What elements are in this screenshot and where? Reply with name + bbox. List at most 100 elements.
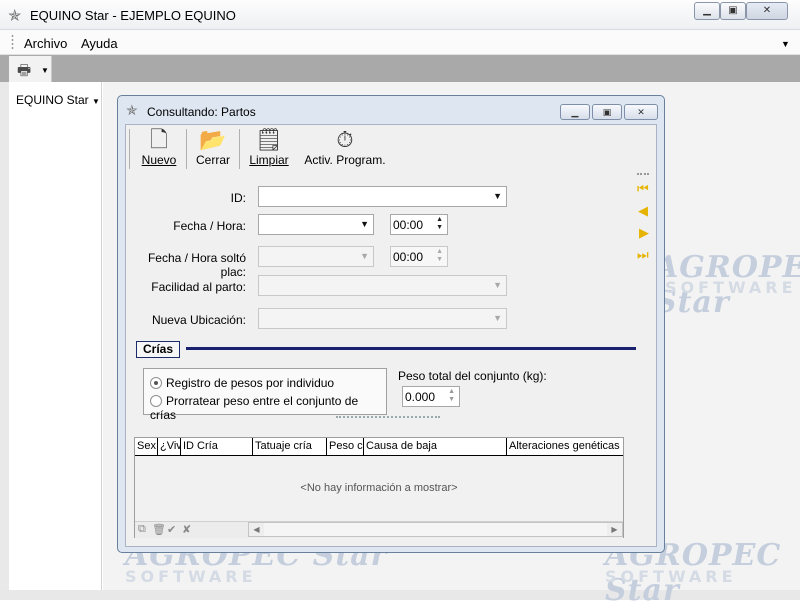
confirm-icon[interactable]: ✔ bbox=[167, 523, 176, 536]
peso-mode-group: Registro de pesos por individuo Prorrate… bbox=[143, 368, 387, 422]
grid-header: Sex ¿Viv ID Cría Tatuaje cría Peso cı Ca… bbox=[135, 438, 623, 456]
main-titlebar: ✯ EQUINO Star - EJEMPLO EQUINO ▁ ▣ ✕ bbox=[0, 0, 800, 30]
chevron-down-icon[interactable]: ▼ bbox=[41, 66, 49, 75]
fecha-label: Fecha / Hora: bbox=[173, 219, 246, 233]
spinner-arrows-icon[interactable]: ▲ ▼ bbox=[436, 216, 443, 232]
activ-program-label: Activ. Program. bbox=[304, 153, 386, 167]
star-icon: ✯ bbox=[126, 102, 138, 118]
new-document-icon: 🗋 bbox=[150, 127, 168, 152]
fecha-time-value: 00:00 bbox=[393, 218, 424, 232]
id-label: ID: bbox=[230, 191, 246, 205]
chevron-down-icon[interactable]: ▼ bbox=[781, 39, 790, 49]
child-window-partos: ✯ Consultando: Partos ▁ ▣ ✕ 🗋 Nuevo 📂 Ce… bbox=[117, 95, 665, 553]
child-title: Consultando: Partos bbox=[147, 105, 256, 119]
left-edge bbox=[0, 82, 9, 590]
crias-section-tab[interactable]: Crías bbox=[136, 341, 180, 358]
open-folder-icon: 📂 bbox=[199, 127, 227, 152]
solto-date-picker[interactable]: ▼ bbox=[258, 246, 374, 267]
child-minimize-button[interactable]: ▁ bbox=[560, 104, 590, 120]
limpiar-label: Limpiar bbox=[249, 153, 289, 167]
peso-total-spinner[interactable]: 0.000 ▲ ▼ bbox=[402, 386, 460, 407]
minimize-button[interactable]: ▁ bbox=[694, 2, 720, 20]
column-header[interactable]: ID Cría bbox=[181, 438, 253, 456]
ubicacion-label: Nueva Ubicación: bbox=[151, 313, 246, 327]
radio-por-individuo-label: Registro de pesos por individuo bbox=[166, 376, 335, 390]
child-maximize-button[interactable]: ▣ bbox=[592, 104, 622, 120]
splitter-grip[interactable] bbox=[336, 416, 440, 419]
column-header[interactable]: Tatuaje cría bbox=[253, 438, 327, 456]
menu-bar: Archivo Ayuda ▼ bbox=[0, 30, 800, 55]
copy-row-icon[interactable]: ⧉ bbox=[138, 523, 146, 536]
fecha-time-spinner[interactable]: 00:00 ▲ ▼ bbox=[390, 214, 448, 235]
sidebar bbox=[9, 82, 102, 590]
scroll-right-icon[interactable]: ▶ bbox=[607, 523, 622, 536]
last-record-icon[interactable]: ⏭ bbox=[637, 247, 649, 263]
scroll-left-icon[interactable]: ◀ bbox=[249, 523, 264, 536]
peso-total-label: Peso total del conjunto (kg): bbox=[398, 369, 547, 383]
watermark-sub: SOFTWARE bbox=[665, 278, 797, 297]
cerrar-button[interactable]: 📂 Cerrar bbox=[192, 127, 234, 173]
column-header[interactable]: Peso cı bbox=[327, 438, 364, 456]
peso-total-value: 0.000 bbox=[405, 390, 436, 404]
nuevo-label: Nuevo bbox=[141, 153, 177, 167]
chevron-down-icon: ▼ bbox=[493, 313, 502, 323]
solto-label: Fecha / Hora soltó plac: bbox=[147, 251, 246, 279]
clean-document-icon: 🗒 bbox=[255, 127, 283, 152]
spinner-arrows-icon[interactable]: ▲ ▼ bbox=[448, 388, 455, 404]
limpiar-button[interactable]: 🗒 Limpiar bbox=[246, 127, 292, 173]
activ-program-button[interactable]: ⏱ Activ. Program. bbox=[299, 127, 391, 173]
chevron-down-icon: ▼ bbox=[360, 251, 369, 261]
column-header[interactable]: Causa de baja bbox=[364, 438, 507, 456]
toolbar-separator bbox=[186, 129, 187, 169]
horizontal-scrollbar[interactable]: ◀ ▶ bbox=[248, 522, 623, 537]
sidebar-title[interactable]: EQUINO Star ▼ bbox=[16, 93, 100, 107]
stopwatch-icon: ⏱ bbox=[336, 127, 354, 152]
child-body: 🗋 Nuevo 📂 Cerrar 🗒 Limpiar ⏱ Activ. Prog… bbox=[125, 124, 657, 547]
radio-button[interactable] bbox=[150, 395, 162, 407]
facilidad-combobox[interactable]: ▼ bbox=[258, 275, 507, 296]
toolbar-separator bbox=[239, 129, 240, 169]
crias-divider bbox=[186, 347, 636, 350]
next-record-icon[interactable]: ▶ bbox=[639, 225, 649, 241]
menu-archivo[interactable]: Archivo bbox=[24, 36, 67, 51]
child-close-button[interactable]: ✕ bbox=[624, 104, 658, 120]
delete-row-icon[interactable]: 🗑 bbox=[152, 523, 166, 536]
facilidad-label: Facilidad al parto: bbox=[151, 280, 246, 294]
column-header[interactable]: Alteraciones genéticas bbox=[507, 438, 623, 456]
child-titlebar: ✯ Consultando: Partos ▁ ▣ ✕ bbox=[118, 96, 664, 124]
fecha-date-picker[interactable]: ▼ bbox=[258, 214, 374, 235]
radio-button[interactable] bbox=[150, 377, 162, 389]
radio-por-individuo[interactable]: Registro de pesos por individuo bbox=[150, 376, 334, 390]
nuevo-button[interactable]: 🗋 Nuevo bbox=[138, 127, 180, 173]
cancel-icon[interactable]: ✘ bbox=[182, 523, 191, 536]
crias-grid: Sex ¿Viv ID Cría Tatuaje cría Peso cı Ca… bbox=[134, 437, 624, 538]
column-header[interactable]: ¿Viv bbox=[158, 438, 181, 456]
watermark-sub: SOFTWARE bbox=[125, 567, 257, 586]
id-combobox[interactable]: ▼ bbox=[258, 186, 507, 207]
chevron-down-icon[interactable]: ▼ bbox=[360, 219, 369, 229]
radio-prorratear-label: Prorratear peso entre el conjunto de crí… bbox=[150, 394, 359, 422]
star-icon: ✯ bbox=[8, 8, 22, 25]
ubicacion-combobox[interactable]: ▼ bbox=[258, 308, 507, 329]
previous-record-icon[interactable]: ◀ bbox=[638, 203, 648, 219]
toolbar-separator bbox=[129, 129, 130, 169]
chevron-down-icon: ▼ bbox=[92, 97, 100, 106]
spinner-arrows-icon: ▲ ▼ bbox=[436, 248, 443, 263]
window-title: EQUINO Star - EJEMPLO EQUINO bbox=[30, 8, 236, 23]
first-record-icon[interactable]: ⏮ bbox=[637, 181, 649, 197]
menu-ayuda[interactable]: Ayuda bbox=[81, 36, 118, 51]
chevron-down-icon: ▼ bbox=[493, 280, 502, 290]
empty-grid-message: <No hay información a mostrar> bbox=[300, 482, 458, 494]
toolbar-strip bbox=[0, 55, 800, 82]
maximize-button[interactable]: ▣ bbox=[720, 2, 746, 20]
solto-time-value: 00:00 bbox=[393, 250, 424, 264]
column-header[interactable]: Sex bbox=[135, 438, 158, 456]
solto-time-spinner[interactable]: 00:00 ▲ ▼ bbox=[390, 246, 448, 267]
sidebar-title-label: EQUINO Star bbox=[16, 93, 89, 107]
menu-grip bbox=[11, 34, 14, 51]
cerrar-label: Cerrar bbox=[195, 153, 230, 167]
close-button[interactable]: ✕ bbox=[746, 2, 788, 20]
chevron-down-icon[interactable]: ▼ bbox=[493, 191, 502, 201]
nav-grip bbox=[637, 173, 649, 175]
watermark-sub: SOFTWARE bbox=[605, 567, 737, 586]
